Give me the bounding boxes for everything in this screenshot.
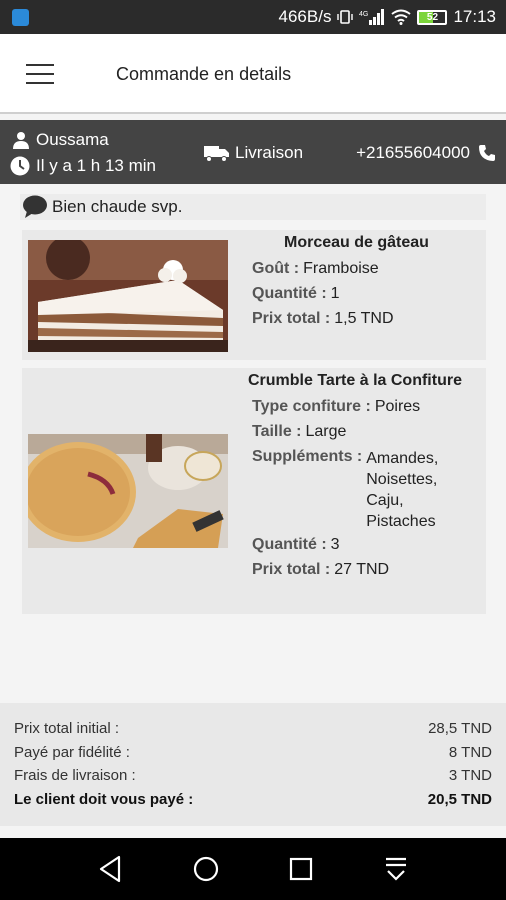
network-speed: 466B/s bbox=[278, 7, 332, 26]
amount-due-row: Le client doit vous payé : 20,5 TND bbox=[14, 791, 492, 808]
order-item: Morceau de gâteau Goût : Framboise Quant… bbox=[22, 230, 486, 360]
elapsed-row: Il y a 1 h 13 min bbox=[10, 156, 156, 176]
detail-value: Large bbox=[305, 423, 347, 440]
loyalty-row: Payé par fidélité : 8 TND bbox=[14, 744, 492, 761]
phone-number: +21655604000 bbox=[356, 143, 470, 162]
item-detail: Quantité : 1 bbox=[252, 285, 340, 303]
svg-text:4G: 4G bbox=[359, 11, 368, 18]
item-detail: Goût : Framboise bbox=[252, 260, 379, 278]
recents-icon[interactable] bbox=[285, 853, 317, 885]
clock-icon bbox=[10, 156, 30, 176]
app-bar: Commande en details bbox=[0, 34, 506, 114]
item-detail: Suppléments : Amandes, Noisettes, Caju, … bbox=[252, 448, 456, 532]
signal-4g-icon: 4G bbox=[359, 9, 385, 25]
status-bar: 466B/s 4G 52 17:13 bbox=[0, 0, 506, 34]
customer-note: Bien chaude svp. bbox=[20, 194, 486, 220]
system-nav-bar bbox=[0, 838, 506, 900]
detail-value: Poires bbox=[374, 398, 421, 415]
item-title: Morceau de gâteau bbox=[284, 234, 429, 251]
order-item: Crumble Tarte à la Confiture Type confit… bbox=[22, 368, 486, 614]
detail-label: Goût : bbox=[252, 260, 300, 277]
menu-icon[interactable] bbox=[26, 64, 54, 84]
detail-label: Prix total : bbox=[252, 310, 331, 327]
phone-call-button[interactable]: +21655604000 bbox=[356, 143, 496, 163]
total-label: Payé par fidélité : bbox=[14, 744, 130, 761]
total-value: 8 TND bbox=[448, 744, 492, 761]
detail-label: Quantité : bbox=[252, 285, 327, 302]
status-right: 466B/s 4G 52 17:13 bbox=[279, 0, 496, 34]
detail-value: 3 bbox=[330, 536, 340, 553]
customer-name: Oussama bbox=[36, 130, 109, 149]
crumble-tart-image bbox=[28, 434, 228, 548]
home-icon[interactable] bbox=[190, 853, 222, 885]
detail-value: Amandes, Noisettes, Caju, Pistaches bbox=[366, 450, 439, 530]
truck-icon bbox=[204, 146, 229, 162]
detail-value: Framboise bbox=[303, 260, 379, 277]
total-value: 3 TND bbox=[448, 767, 492, 784]
wifi-icon bbox=[391, 9, 412, 25]
item-title: Crumble Tarte à la Confiture bbox=[248, 372, 462, 389]
customer-row: Oussama bbox=[12, 130, 109, 150]
detail-label: Taille : bbox=[252, 423, 302, 440]
item-detail: Quantité : 3 bbox=[252, 536, 340, 554]
item-detail: Prix total : 27 TND bbox=[252, 561, 389, 579]
detail-value: 1,5 TND bbox=[334, 310, 394, 327]
back-icon[interactable] bbox=[95, 853, 127, 885]
delivery-fee-row: Frais de livraison : 3 TND bbox=[14, 767, 492, 784]
page-title: Commande en details bbox=[116, 64, 292, 84]
detail-label: Quantité : bbox=[252, 536, 327, 553]
app-notification-icon bbox=[12, 9, 29, 26]
total-label: Le client doit vous payé : bbox=[14, 791, 194, 808]
vibrate-icon bbox=[337, 10, 354, 24]
order-info-bar: Oussama Il y a 1 h 13 min Livraison +216… bbox=[0, 120, 506, 184]
phone-icon bbox=[479, 145, 495, 161]
notification-pull-icon[interactable] bbox=[380, 853, 412, 885]
total-label: Frais de livraison : bbox=[14, 767, 136, 784]
note-text: Bien chaude svp. bbox=[52, 197, 183, 216]
total-label: Prix total initial : bbox=[14, 720, 120, 737]
cake-slice-image bbox=[28, 240, 228, 352]
elapsed-time: Il y a 1 h 13 min bbox=[36, 156, 157, 175]
battery-icon: 52 bbox=[417, 9, 448, 25]
detail-label: Prix total : bbox=[252, 561, 331, 578]
delivery-mode: Livraison bbox=[204, 143, 303, 163]
order-totals: Prix total initial : 28,5 TND Payé par f… bbox=[0, 703, 506, 826]
item-detail: Prix total : 1,5 TND bbox=[252, 310, 394, 328]
total-value: 28,5 TND bbox=[428, 720, 492, 737]
total-initial-row: Prix total initial : 28,5 TND bbox=[14, 720, 492, 737]
person-icon bbox=[13, 132, 29, 149]
detail-value: 27 TND bbox=[334, 561, 390, 578]
clock-time: 17:13 bbox=[453, 7, 496, 26]
detail-label: Type confiture : bbox=[252, 398, 371, 415]
delivery-label: Livraison bbox=[235, 143, 304, 162]
total-value: 20,5 TND bbox=[427, 791, 492, 808]
detail-label: Suppléments : bbox=[252, 448, 363, 465]
detail-value: 1 bbox=[330, 285, 340, 302]
item-detail: Type confiture : Poires bbox=[252, 398, 420, 416]
item-detail: Taille : Large bbox=[252, 423, 346, 441]
chat-bubble-icon bbox=[23, 195, 47, 218]
